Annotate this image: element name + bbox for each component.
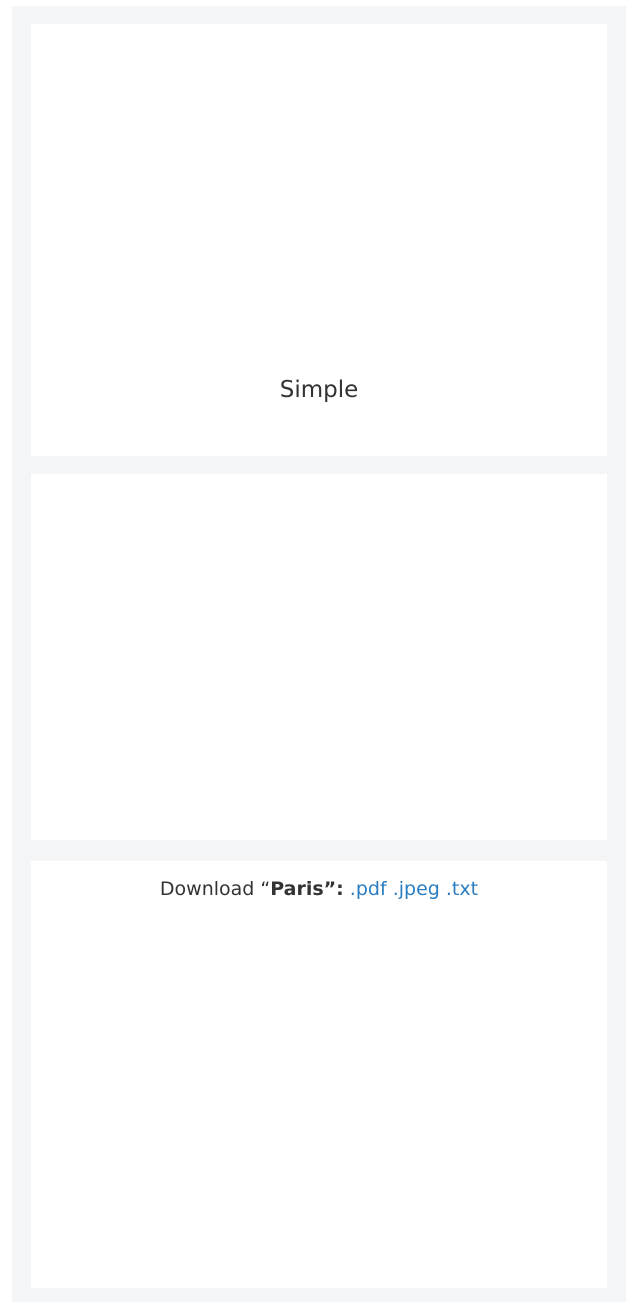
download-pdf-link[interactable]: .pdf bbox=[350, 878, 387, 900]
download-file-name: Paris”: bbox=[270, 878, 344, 900]
download-txt-link[interactable]: .txt bbox=[446, 878, 478, 900]
download-line: Download “Paris”: .pdf .jpeg .txt bbox=[31, 875, 607, 903]
download-jpeg-link[interactable]: .jpeg bbox=[393, 878, 440, 900]
content-panel-simple: Simple bbox=[31, 24, 607, 456]
download-prefix: Download “ bbox=[159, 878, 271, 900]
simple-label: Simple bbox=[279, 377, 359, 403]
content-panel-empty bbox=[31, 474, 607, 840]
content-panel-download: Download “Paris”: .pdf .jpeg .txt bbox=[31, 861, 607, 1288]
page-frame: Simple Download “Paris”: .pdf .jpeg .txt bbox=[12, 6, 626, 1302]
